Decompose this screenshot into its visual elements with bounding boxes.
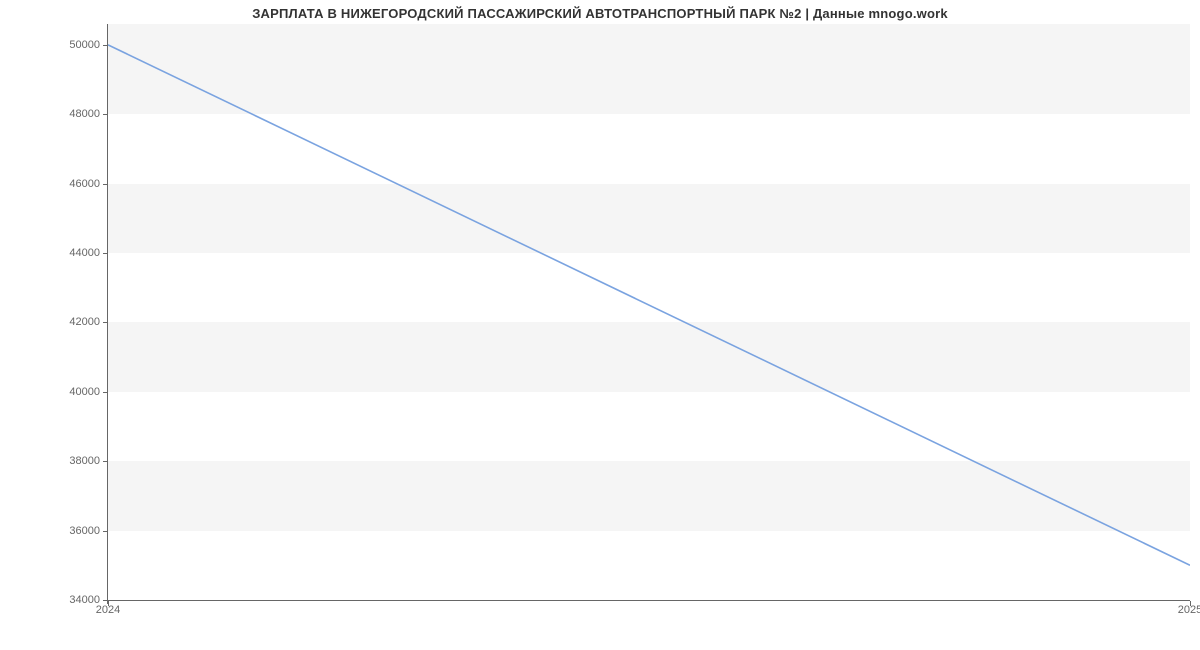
y-tick-label: 48000 [69,108,100,120]
series-line [108,24,1190,600]
y-axis [107,24,108,604]
y-tick-label: 36000 [69,525,100,537]
chart-title: ЗАРПЛАТА В НИЖЕГОРОДСКИЙ ПАССАЖИРСКИЙ АВ… [0,6,1200,21]
y-tick-label: 40000 [69,386,100,398]
y-tick-label: 42000 [69,316,100,328]
y-tick-label: 46000 [69,178,100,190]
plot-area [108,24,1190,600]
y-tick-label: 38000 [69,455,100,467]
x-tick-label: 2025 [1178,604,1200,616]
y-tick-label: 44000 [69,247,100,259]
chart-container: ЗАРПЛАТА В НИЖЕГОРОДСКИЙ ПАССАЖИРСКИЙ АВ… [0,0,1200,650]
y-tick-label: 50000 [69,39,100,51]
x-axis [108,600,1190,601]
